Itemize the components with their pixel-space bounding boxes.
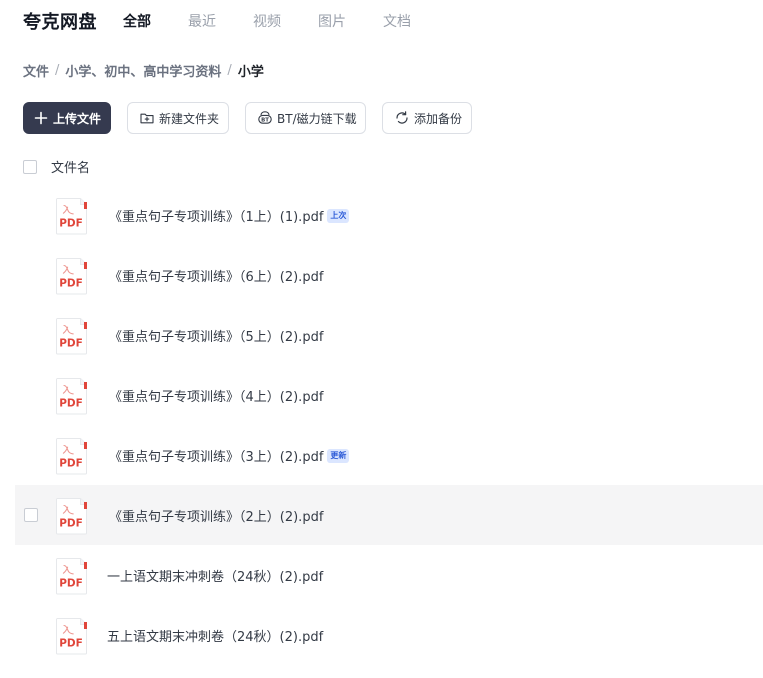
svg-text:BT: BT: [261, 118, 269, 124]
bt-icon: BT: [257, 110, 273, 126]
tab-images[interactable]: 图片: [318, 11, 346, 31]
file-row[interactable]: PDF 《重点句子专项训练》（5上）(2).pdf: [15, 305, 763, 365]
new-folder-button[interactable]: 新建文件夹: [127, 102, 229, 134]
file-row[interactable]: PDF 五上语文期末冲刺卷（24秋）(2).pdf: [15, 605, 763, 665]
svg-text:PDF: PDF: [59, 518, 83, 530]
svg-text:PDF: PDF: [59, 578, 83, 590]
pdf-file-icon: PDF: [55, 557, 89, 595]
file-name-text: 《重点句子专项训练》（2上）(2).pdf: [109, 510, 324, 525]
bt-magnet-download-button[interactable]: BT BT/磁力链下载: [245, 102, 366, 134]
file-list-header: 文件名: [23, 157, 90, 176]
svg-text:PDF: PDF: [59, 398, 83, 410]
pdf-file-icon: PDF: [55, 257, 89, 295]
select-all-checkbox[interactable]: [23, 159, 37, 174]
file-list: PDF 《重点句子专项训练》（1上）(1).pdf 上次 PDF 《重点句子专项训…: [15, 185, 763, 665]
pdf-file-icon: PDF: [55, 617, 89, 655]
file-name-text: 《重点句子专项训练》（5上）(2).pdf: [109, 330, 324, 345]
pdf-file-icon: PDF: [55, 317, 89, 355]
breadcrumb-separator: /: [227, 63, 232, 78]
column-header-filename[interactable]: 文件名: [51, 157, 90, 176]
file-row[interactable]: PDF 《重点句子专项训练》（4上）(2).pdf: [15, 365, 763, 425]
sync-icon: [394, 110, 410, 126]
file-name[interactable]: 《重点句子专项训练》（1上）(1).pdf 上次: [109, 206, 350, 225]
file-name-text: 《重点句子专项训练》（6上）(2).pdf: [109, 270, 324, 285]
last-opened-badge: 上次: [327, 208, 350, 223]
file-name-text: 《重点句子专项训练》（1上）(1).pdf: [109, 210, 324, 225]
file-name-text: 一上语文期末冲刺卷（24秋）(2).pdf: [107, 570, 324, 585]
tab-video[interactable]: 视频: [253, 11, 281, 31]
pdf-file-icon: PDF: [55, 437, 89, 475]
svg-text:PDF: PDF: [59, 458, 83, 470]
file-name[interactable]: 《重点句子专项训练》（5上）(2).pdf: [109, 326, 323, 345]
top-bar: 夸克网盘 全部 最近 视频 图片 文档: [0, 0, 763, 40]
file-name[interactable]: 一上语文期末冲刺卷（24秋）(2).pdf: [107, 566, 323, 585]
file-name[interactable]: 五上语文期末冲刺卷（24秋）(2).pdf: [107, 626, 323, 645]
breadcrumb-primary-school: 小学: [237, 65, 264, 80]
file-row[interactable]: PDF 一上语文期末冲刺卷（24秋）(2).pdf: [15, 545, 763, 605]
file-row[interactable]: PDF 《重点句子专项训练》（6上）(2).pdf: [15, 245, 763, 305]
upload-file-label: 上传文件: [53, 111, 102, 126]
file-name[interactable]: 《重点句子专项训练》（4上）(2).pdf: [109, 386, 323, 405]
category-tabs: 全部 最近 视频 图片 文档: [123, 11, 448, 31]
new-folder-label: 新建文件夹: [159, 111, 220, 126]
add-backup-button[interactable]: 添加备份: [382, 102, 472, 134]
file-name-text: 《重点句子专项训练》（3上）(2).pdf: [109, 450, 324, 465]
tab-documents[interactable]: 文档: [383, 11, 411, 31]
breadcrumb: 文件 / 小学、初中、高中学习资料 / 小学: [23, 61, 264, 80]
svg-text:PDF: PDF: [59, 278, 83, 290]
file-row[interactable]: PDF 《重点句子专项训练》（3上）(2).pdf 更新: [15, 425, 763, 485]
svg-text:PDF: PDF: [59, 218, 83, 230]
upload-file-button[interactable]: 上传文件: [23, 102, 111, 134]
pdf-file-icon: PDF: [55, 497, 89, 535]
file-name[interactable]: 《重点句子专项训练》（3上）(2).pdf 更新: [109, 446, 350, 465]
row-checkbox[interactable]: [24, 508, 38, 522]
svg-text:PDF: PDF: [59, 638, 83, 650]
updated-badge: 更新: [327, 448, 350, 463]
pdf-file-icon: PDF: [55, 197, 89, 235]
toolbar: 上传文件 新建文件夹 BT BT/磁力链下载 添加备份: [23, 102, 488, 134]
svg-text:PDF: PDF: [59, 338, 83, 350]
breadcrumb-separator: /: [55, 63, 60, 78]
file-row-hovered[interactable]: PDF 《重点句子专项训练》（2上）(2).pdf: [15, 485, 763, 545]
file-name[interactable]: 《重点句子专项训练》（2上）(2).pdf: [109, 506, 323, 525]
file-name-text: 《重点句子专项训练》（4上）(2).pdf: [109, 390, 324, 405]
add-backup-label: 添加备份: [414, 111, 463, 126]
file-name[interactable]: 《重点句子专项训练》（6上）(2).pdf: [109, 266, 323, 285]
tab-recent[interactable]: 最近: [188, 11, 216, 31]
app-logo[interactable]: 夸克网盘: [23, 8, 97, 34]
breadcrumb-files[interactable]: 文件: [23, 61, 49, 80]
file-name-text: 五上语文期末冲刺卷（24秋）(2).pdf: [107, 630, 324, 645]
file-row[interactable]: PDF 《重点句子专项训练》（1上）(1).pdf 上次: [15, 185, 763, 245]
plus-icon: [33, 110, 49, 126]
pdf-file-icon: PDF: [55, 377, 89, 415]
folder-plus-icon: [139, 110, 155, 126]
bt-magnet-download-label: BT/磁力链下载: [277, 111, 357, 126]
tab-all[interactable]: 全部: [123, 11, 151, 31]
breadcrumb-study-materials[interactable]: 小学、初中、高中学习资料: [65, 61, 221, 80]
